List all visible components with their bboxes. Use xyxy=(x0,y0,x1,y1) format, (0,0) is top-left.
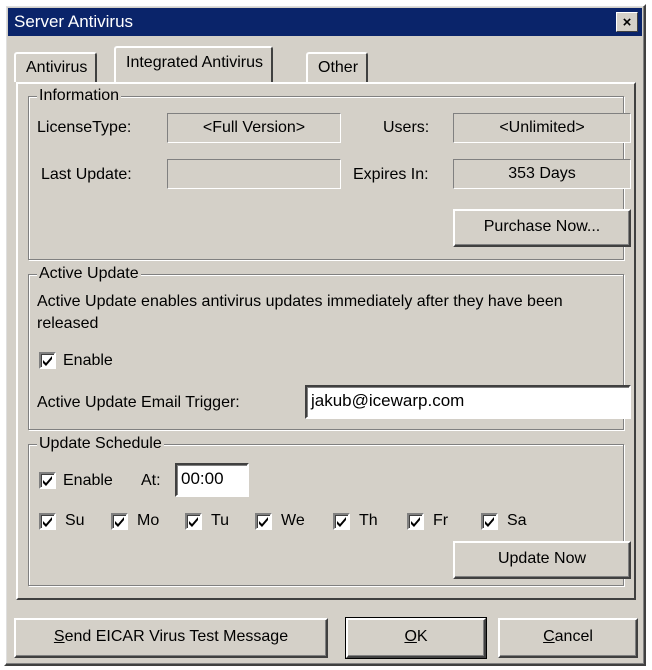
send-eicar-label: end EICAR Virus Test Message xyxy=(64,628,289,645)
checkmark-icon xyxy=(485,517,494,527)
expires-in-field: 353 Days xyxy=(453,159,631,189)
checkmark-icon xyxy=(115,517,124,527)
active-update-enable-label: Enable xyxy=(63,352,113,369)
title-bar[interactable]: Server Antivirus × xyxy=(8,8,642,36)
tab-other[interactable]: Other xyxy=(306,52,369,82)
day-su-label: Su xyxy=(65,512,85,529)
day-we-checkbox[interactable] xyxy=(255,513,272,530)
tab-integrated-antivirus[interactable]: Integrated Antivirus xyxy=(114,46,273,82)
cancel-label: ancel xyxy=(554,628,593,645)
tab-antivirus[interactable]: Antivirus xyxy=(14,52,98,82)
day-fr-checkbox[interactable] xyxy=(407,513,424,530)
checkmark-icon xyxy=(43,476,52,486)
day-sa-label: Sa xyxy=(507,512,527,529)
checkmark-icon xyxy=(337,517,346,527)
ok-label: K xyxy=(416,628,428,645)
server-antivirus-dialog: Server Antivirus × Antivirus Integrated … xyxy=(4,4,646,666)
day-th-label: Th xyxy=(359,512,378,529)
day-th-checkbox[interactable] xyxy=(333,513,350,530)
license-type-field: <Full Version> xyxy=(167,113,341,143)
cancel-accel: C xyxy=(543,628,555,645)
schedule-enable-label: Enable xyxy=(63,472,113,489)
update-schedule-group: Update Schedule Enable At: 00:00 Su Mo T… xyxy=(28,434,631,586)
ok-accel: O xyxy=(404,628,417,645)
last-update-label: Last Update: xyxy=(41,166,132,183)
day-tu-checkbox[interactable] xyxy=(185,513,202,530)
information-legend: Information xyxy=(37,86,122,106)
send-eicar-test-button[interactable]: Send EICAR Virus Test Message xyxy=(14,618,328,658)
day-mo-checkbox[interactable] xyxy=(111,513,128,530)
expires-in-label: Expires In: xyxy=(353,166,429,183)
email-trigger-input[interactable]: jakub@icewarp.com xyxy=(305,385,631,419)
purchase-now-button[interactable]: Purchase Now... xyxy=(453,209,631,247)
day-su-checkbox[interactable] xyxy=(39,513,56,530)
day-sa-checkbox[interactable] xyxy=(481,513,498,530)
active-update-enable-checkbox[interactable] xyxy=(39,352,56,369)
checkmark-icon xyxy=(411,517,420,527)
update-schedule-legend: Update Schedule xyxy=(37,434,164,454)
last-update-field xyxy=(167,159,341,189)
cancel-button[interactable]: Cancel xyxy=(498,618,638,658)
schedule-time-input[interactable]: 00:00 xyxy=(175,463,249,497)
integrated-antivirus-panel: Information LicenseType: <Full Version> … xyxy=(16,82,636,600)
close-icon[interactable]: × xyxy=(616,12,638,32)
day-we-label: We xyxy=(281,512,305,529)
email-trigger-label: Active Update Email Trigger: xyxy=(37,394,240,411)
at-label: At: xyxy=(141,472,161,489)
checkmark-icon xyxy=(43,517,52,527)
active-update-group: Active Update Active Update enables anti… xyxy=(28,264,631,430)
day-tu-label: Tu xyxy=(211,512,230,529)
day-fr-label: Fr xyxy=(433,512,449,529)
day-mo-label: Mo xyxy=(137,512,160,529)
checkmark-icon xyxy=(189,517,198,527)
ok-button[interactable]: OK xyxy=(345,617,487,659)
active-update-legend: Active Update xyxy=(37,264,141,284)
users-label: Users: xyxy=(383,119,430,136)
information-group: Information LicenseType: <Full Version> … xyxy=(28,86,631,260)
schedule-enable-checkbox[interactable] xyxy=(39,472,56,489)
send-eicar-accel: S xyxy=(53,628,65,645)
users-field: <Unlimited> xyxy=(453,113,631,143)
license-type-label: LicenseType: xyxy=(37,119,132,136)
update-now-button[interactable]: Update Now xyxy=(453,541,631,579)
window-title: Server Antivirus xyxy=(14,12,134,31)
active-update-description: Active Update enables antivirus updates … xyxy=(37,293,563,332)
checkmark-icon xyxy=(259,517,268,527)
checkmark-icon xyxy=(43,356,52,366)
